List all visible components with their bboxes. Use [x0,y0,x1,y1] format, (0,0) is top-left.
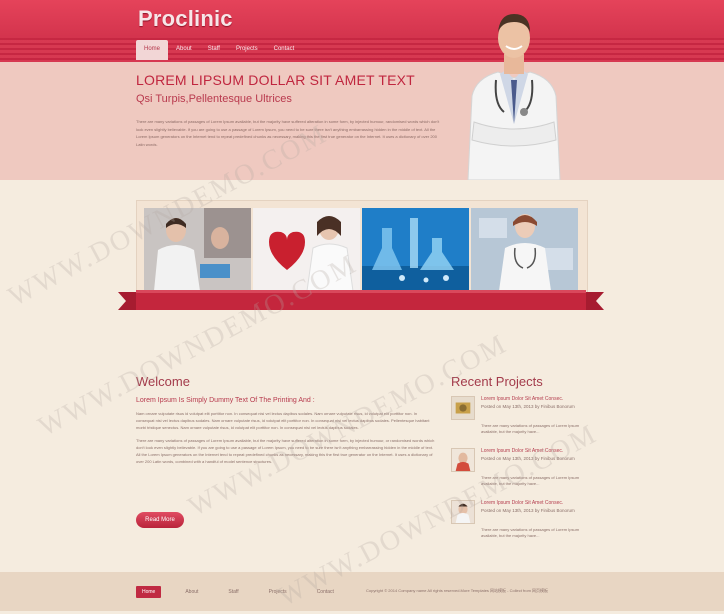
project-excerpt: There are many variations of passages of… [481,527,580,538]
footer-nav-projects[interactable]: Projects [263,586,293,598]
welcome-title: Welcome [136,374,190,389]
read-more-button[interactable]: Read More [136,512,184,528]
hero-subtitle: Qsi Turpis,Pellentesque Ultrices [136,93,292,105]
welcome-section: Welcome Lorem Ipsum Is Simply Dummy Text… [136,374,436,465]
project-title[interactable]: Lorem Ipsum Dolor Sit Amet Consec. [481,396,591,402]
project-date: Posted on May 13th, 2013 by Finibus Bono… [481,508,575,513]
site-logo[interactable]: Proclinic [138,6,233,32]
heart-doctor-image[interactable] [253,208,360,291]
project-thumbnail[interactable] [451,396,475,420]
project-excerpt: There are many variations of passages of… [481,423,580,434]
footer-nav-contact[interactable]: Contact [311,586,340,598]
welcome-paragraph-2: There are many variations of passages of… [136,438,435,464]
footer-nav-about[interactable]: About [179,586,204,598]
project-thumbnail[interactable] [451,500,475,524]
site-footer [0,572,724,611]
lab-scientist-image[interactable] [144,208,251,291]
slider-images [144,208,578,291]
site-header [0,0,724,62]
nav-item-about[interactable]: About [168,40,200,60]
nav-item-home[interactable]: Home [136,40,169,60]
welcome-paragraph-1: Nam ornare vulputate risus id volutpat e… [136,411,430,430]
lab-glassware-image[interactable] [362,208,469,291]
main-nav: Home About Staff Projects Contact [136,40,302,60]
project-title[interactable]: Lorem Ipsum Dolor Sit Amet Consec. [481,500,591,506]
project-excerpt: There are many variations of passages of… [481,475,580,486]
nav-item-contact[interactable]: Contact [266,40,303,60]
footer-nav: Home About Staff Projects Contact [136,586,340,598]
copyright-text: Copyright © 2014 Company name All rights… [366,588,549,593]
recent-projects: Recent Projects [451,374,591,389]
recent-projects-title: Recent Projects [451,374,543,389]
nav-item-staff[interactable]: Staff [200,40,228,60]
divider-band [0,180,724,194]
hero-title: LOREM LIPSUM DOLLAR SIT AMET TEXT [136,72,415,88]
project-title[interactable]: Lorem Ipsum Dolor Sit Amet Consec. [481,448,591,454]
nav-item-projects[interactable]: Projects [228,40,266,60]
project-date: Posted on May 13th, 2013 by Finibus Bono… [481,456,575,461]
footer-nav-staff[interactable]: Staff [222,586,244,598]
digital-doctor-image[interactable] [471,208,578,291]
hero-banner: LOREM LIPSUM DOLLAR SIT AMET TEXT Qsi Tu… [0,62,724,180]
footer-nav-home[interactable]: Home [136,586,162,598]
hero-text: There are many variations of passages of… [136,119,440,147]
doctor-image [467,14,561,180]
project-thumbnail[interactable] [451,448,475,472]
welcome-subtitle: Lorem Ipsum Is Simply Dummy Text Of The … [136,397,315,404]
project-date: Posted on May 13th, 2013 by Finibus Bono… [481,404,575,409]
slider-ribbon [118,290,604,310]
